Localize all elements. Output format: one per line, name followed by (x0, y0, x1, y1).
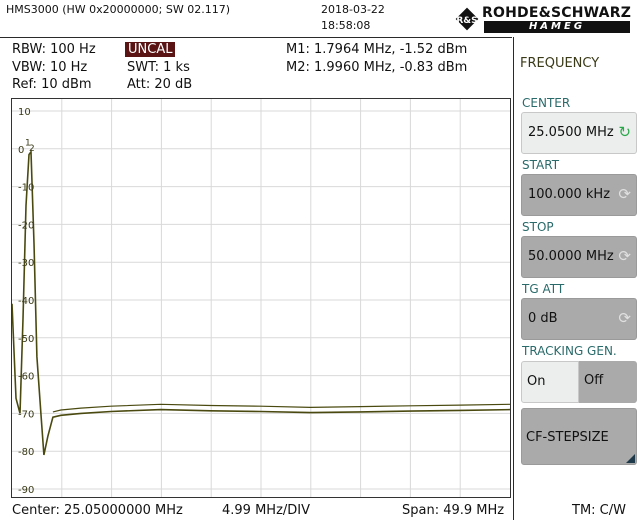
div-readout: 4.99 MHz/DIV (222, 503, 311, 518)
spectrum-chart: 100-10-20-30-40-50-60-70-80-9012 (12, 99, 510, 497)
knob-icon: ⟳ (618, 185, 631, 203)
date-label: 2018-03-22 (321, 3, 385, 16)
cf-stepsize-softkey[interactable]: CF-STEPSIZE (521, 408, 637, 465)
time-label: 18:58:08 (321, 19, 371, 32)
start-softkey[interactable]: 100.000 kHz ⟳ (521, 174, 637, 216)
trace-mode-readout: TM: C/W (572, 503, 626, 518)
marker-2-symbol: 2 (29, 144, 35, 154)
tracking-on-label: On (527, 374, 546, 389)
start-value: 100.000 kHz (528, 187, 611, 202)
brand-logo: R&S ROHDE&SCHWARZ HAMEG (452, 3, 636, 35)
marker-2-readout: M2: 1.9960 MHz, -0.83 dBm (286, 60, 468, 75)
center-label: CENTER (522, 96, 571, 110)
ref-readout: Ref: 10 dBm (12, 77, 92, 92)
tracking-off-label: Off (584, 373, 604, 388)
svg-text:R&S: R&S (456, 16, 477, 26)
vbw-readout: VBW: 10 Hz (12, 60, 88, 75)
y-tick-label: 0 (18, 145, 24, 156)
y-tick-label: -10 (18, 183, 34, 194)
uncal-badge: UNCAL (125, 42, 176, 57)
tracking-gen-toggle[interactable]: On Off (521, 361, 637, 403)
start-label: START (522, 158, 560, 172)
y-tick-label: -20 (18, 220, 34, 231)
rs-diamond-icon: R&S (455, 7, 479, 31)
y-tick-label: -40 (18, 296, 34, 307)
swt-readout: SWT: 1 ks (127, 60, 190, 75)
stop-label: STOP (522, 220, 554, 234)
span-readout: Span: 49.9 MHz (402, 503, 505, 518)
att-readout: Att: 20 dB (127, 77, 193, 92)
center-softkey[interactable]: 25.0500 MHz ↻ (521, 112, 637, 154)
submenu-corner-icon (626, 454, 635, 463)
cf-stepsize-label: CF-STEPSIZE (526, 430, 609, 445)
knob-icon: ⟳ (618, 309, 631, 327)
marker-1-readout: M1: 1.7964 MHz, -1.52 dBm (286, 42, 468, 57)
spectrum-plot[interactable]: 10 0 -10 -20 -30 -40 -50 -60 -70 -80 -90 1 2 (11, 98, 511, 498)
logo-text-bottom: HAMEG (484, 21, 630, 33)
stop-softkey[interactable]: 50.0000 MHz ⟳ (521, 236, 637, 278)
y-tick-label: -70 (18, 409, 34, 420)
tracking-gen-label: TRACKING GEN. (522, 344, 617, 358)
y-tick-label: -80 (18, 447, 34, 458)
menu-title: FREQUENCY (520, 56, 600, 71)
y-tick-label: -30 (18, 258, 34, 269)
y-tick-label: -90 (18, 485, 34, 496)
refresh-icon: ↻ (618, 123, 631, 141)
tg-att-softkey[interactable]: 0 dB ⟳ (521, 298, 637, 340)
menu-divider (513, 37, 514, 520)
device-info: HMS3000 (HW 0x20000000; SW 02.117) (6, 3, 231, 16)
tracking-off-option[interactable]: Off (579, 361, 637, 403)
stop-value: 50.0000 MHz (528, 249, 614, 264)
tracking-on-option[interactable]: On (521, 361, 579, 403)
rbw-readout: RBW: 100 Hz (12, 42, 96, 57)
tg-att-label: TG ATT (522, 282, 565, 296)
knob-icon: ⟳ (618, 247, 631, 265)
center-value: 25.0500 MHz (528, 125, 614, 140)
y-tick-label: 10 (18, 107, 31, 118)
tg-att-value: 0 dB (528, 311, 558, 326)
y-tick-label: -60 (18, 372, 34, 383)
center-frequency-readout: Center: 25.05000000 MHz (12, 503, 183, 518)
y-tick-label: -50 (18, 334, 34, 345)
header-divider (0, 37, 512, 38)
logo-text-top: ROHDE&SCHWARZ (482, 5, 632, 21)
